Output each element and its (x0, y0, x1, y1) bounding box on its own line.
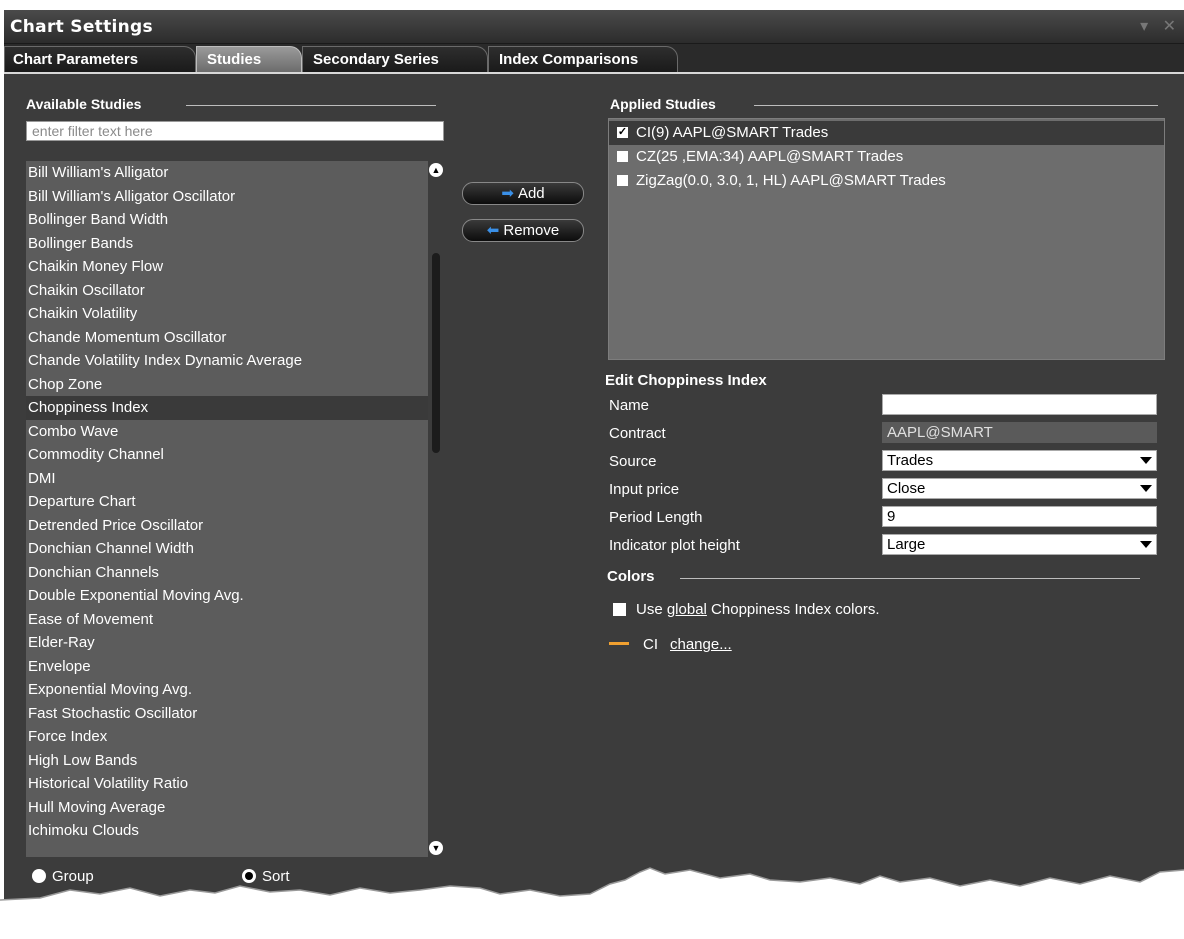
study-list-item[interactable]: Donchian Channel Width (26, 537, 428, 561)
study-list-item[interactable]: Fast Stochastic Oscillator (26, 702, 428, 726)
input-price-select[interactable]: Close (882, 478, 1157, 499)
global-link[interactable]: global (667, 601, 707, 618)
tab-index-comparisons[interactable]: Index Comparisons (488, 46, 678, 72)
remove-button-label: Remove (503, 222, 560, 239)
study-list-item[interactable]: Combo Wave (26, 420, 428, 444)
change-color-link[interactable]: change... (670, 636, 732, 653)
checkbox-icon[interactable] (617, 174, 628, 186)
study-list-item[interactable]: Detrended Price Oscillator (26, 514, 428, 538)
chart-settings-window: Chart Settings ▾ ✕ Chart Parameters Stud… (4, 10, 1184, 939)
window-controls: ▾ ✕ (1130, 16, 1176, 36)
study-list-item[interactable]: Ease of Movement (26, 608, 428, 632)
add-button-label: Add (517, 185, 545, 202)
torn-edge-decoration (0, 867, 1184, 939)
colors-divider (680, 578, 1140, 579)
scroll-thumb[interactable] (432, 253, 440, 453)
applied-study-item[interactable]: ZigZag(0.0, 3.0, 1, HL) AAPL@SMART Trade… (609, 169, 1164, 193)
scroll-down-icon[interactable]: ▼ (429, 841, 443, 855)
study-list-item[interactable]: Chande Volatility Index Dynamic Average (26, 349, 428, 373)
window-title: Chart Settings (10, 17, 153, 37)
study-list-item[interactable]: Departure Chart (26, 490, 428, 514)
applied-study-label: CZ(25 ,EMA:34) AAPL@SMART Trades (636, 148, 904, 165)
arrow-left-icon: ⬅ (486, 222, 500, 239)
arrow-right-icon: ➡ (501, 185, 514, 202)
studies-filter-input[interactable] (26, 121, 444, 141)
remove-button[interactable]: ⬅ Remove (462, 219, 584, 242)
minimize-icon[interactable]: ▾ (1140, 18, 1148, 35)
applied-studies-divider (754, 105, 1158, 106)
study-list-item[interactable]: Chaikin Volatility (26, 302, 428, 326)
study-list-item[interactable]: Hull Moving Average (26, 796, 428, 820)
checkbox-checked-icon[interactable]: ✓ (617, 126, 628, 138)
plot-height-label: Indicator plot height (609, 537, 740, 554)
applied-studies-heading: Applied Studies (610, 96, 716, 112)
close-icon[interactable]: ✕ (1163, 18, 1176, 35)
source-select-value: Trades (887, 452, 934, 469)
name-label: Name (609, 397, 650, 414)
ci-series-label: CI (643, 636, 658, 653)
source-label: Source (609, 453, 657, 470)
study-list-item[interactable]: High Low Bands (26, 749, 428, 773)
period-length-label: Period Length (609, 509, 703, 526)
study-list-item[interactable]: Donchian Channels (26, 561, 428, 585)
period-length-input[interactable]: 9 (882, 506, 1157, 527)
study-list-item[interactable]: Historical Volatility Ratio (26, 772, 428, 796)
use-global-suffix: Choppiness Index colors. (706, 601, 880, 618)
applied-study-item[interactable]: ✓ CI(9) AAPL@SMART Trades (609, 121, 1164, 145)
add-button[interactable]: ➡ Add (462, 182, 584, 205)
applied-study-label: CI(9) AAPL@SMART Trades (636, 124, 829, 141)
tab-chart-parameters[interactable]: Chart Parameters (4, 46, 196, 72)
study-list-item[interactable]: DMI (26, 467, 428, 491)
colors-heading: Colors (607, 568, 655, 585)
input-price-select-value: Close (887, 480, 926, 497)
study-list-item[interactable]: Double Exponential Moving Avg. (26, 584, 428, 608)
applied-study-label: ZigZag(0.0, 3.0, 1, HL) AAPL@SMART Trade… (636, 172, 946, 189)
available-studies-heading: Available Studies (26, 96, 142, 112)
study-list-item[interactable]: Ichimoku Clouds (26, 819, 428, 843)
study-list-item[interactable]: Chaikin Oscillator (26, 279, 428, 303)
ci-color-row: CI change... (609, 636, 732, 653)
chevron-down-icon (1140, 457, 1152, 464)
tab-studies[interactable]: Studies (196, 46, 302, 72)
study-list-item[interactable]: Exponential Moving Avg. (26, 678, 428, 702)
input-price-label: Input price (609, 481, 680, 498)
use-global-colors-option[interactable]: Use global Choppiness Index colors. (613, 601, 880, 618)
study-list-item[interactable]: Commodity Channel (26, 443, 428, 467)
study-list-item[interactable]: Bollinger Bands (26, 232, 428, 256)
use-global-prefix: Use (636, 601, 667, 618)
available-studies-divider (186, 105, 436, 106)
checkbox-icon[interactable] (617, 150, 628, 162)
study-list-item[interactable]: Force Index (26, 725, 428, 749)
study-list-item[interactable]: Bill William's Alligator Oscillator (26, 185, 428, 209)
checkbox-icon[interactable] (613, 602, 626, 616)
name-input[interactable] (882, 394, 1157, 415)
applied-studies-list[interactable]: ✓ CI(9) AAPL@SMART Trades CZ(25 ,EMA:34) … (608, 118, 1165, 360)
study-list-item[interactable]: Chop Zone (26, 373, 428, 397)
study-list-item[interactable]: Chande Momentum Oscillator (26, 326, 428, 350)
available-studies-list[interactable]: Bill William's Alligator Bill William's A… (26, 161, 428, 857)
scroll-up-icon[interactable]: ▲ (429, 163, 443, 177)
study-list-item[interactable]: Envelope (26, 655, 428, 679)
plot-height-select[interactable]: Large (882, 534, 1157, 555)
study-list-item[interactable]: Bollinger Band Width (26, 208, 428, 232)
plot-height-select-value: Large (887, 536, 926, 553)
chevron-down-icon (1140, 485, 1152, 492)
edit-study-heading: Edit Choppiness Index (605, 372, 767, 389)
applied-study-item[interactable]: CZ(25 ,EMA:34) AAPL@SMART Trades (609, 145, 1164, 169)
study-list-item[interactable]: Chaikin Money Flow (26, 255, 428, 279)
tab-secondary-series[interactable]: Secondary Series (302, 46, 488, 72)
study-list-item[interactable]: Elder-Ray (26, 631, 428, 655)
ci-color-swatch (609, 641, 629, 645)
contract-label: Contract (609, 425, 666, 442)
contract-field: AAPL@SMART (882, 422, 1157, 443)
tab-bar: Chart Parameters Studies Secondary Serie… (4, 44, 1184, 74)
study-list-item[interactable]: Bill William's Alligator (26, 161, 428, 185)
study-list-item[interactable]: Choppiness Index (26, 396, 428, 420)
title-bar: Chart Settings ▾ ✕ (4, 10, 1184, 44)
chevron-down-icon (1140, 541, 1152, 548)
studies-scrollbar[interactable]: ▲ ▼ (428, 161, 444, 857)
source-select[interactable]: Trades (882, 450, 1157, 471)
